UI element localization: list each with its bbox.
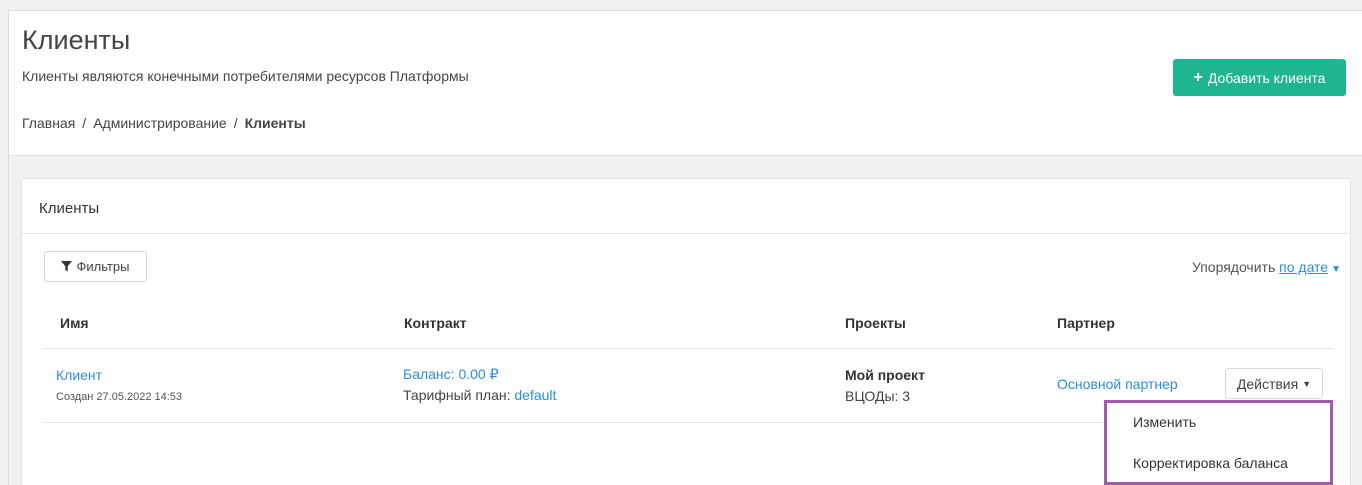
breadcrumb-home[interactable]: Главная	[22, 115, 75, 131]
table-header-divider	[44, 348, 1334, 349]
breadcrumb-separator: /	[233, 115, 238, 131]
actions-label: Действия	[1236, 375, 1299, 392]
sort-by-date-link[interactable]: по дате	[1279, 259, 1328, 275]
actions-button[interactable]: Действия ▼	[1225, 368, 1323, 399]
page-header: Клиенты Клиенты являются конечными потре…	[9, 11, 1362, 156]
sort-label: Упорядочить	[1191, 259, 1276, 275]
card-divider	[22, 233, 1350, 234]
column-header-partner: Партнер	[1057, 315, 1115, 331]
client-created: Создан 27.05.2022 14:53	[56, 391, 183, 403]
plus-icon: +	[1193, 68, 1203, 86]
breadcrumb-separator: /	[82, 115, 87, 131]
page-title: Клиенты	[22, 25, 131, 55]
vcpu-count: ВЦОДы: 3	[845, 388, 911, 404]
menu-item-balance-correction[interactable]: Корректировка баланса	[1133, 455, 1288, 471]
column-header-projects: Проекты	[845, 315, 906, 331]
balance-link[interactable]: Баланс: 0.00 ₽	[403, 366, 498, 383]
client-name-link[interactable]: Клиент	[56, 367, 102, 383]
card-title: Клиенты	[39, 200, 100, 217]
breadcrumb: Главная / Администрирование / Клиенты	[22, 115, 306, 131]
filter-icon	[61, 261, 73, 272]
chevron-down-icon[interactable]: ▼	[1331, 264, 1341, 275]
filters-label: Фильтры	[76, 259, 130, 274]
breadcrumb-administration[interactable]: Администрирование	[93, 115, 227, 131]
chevron-down-icon: ▼	[1302, 378, 1312, 389]
add-client-button[interactable]: + Добавить клиента	[1173, 59, 1346, 96]
page-subtitle: Клиенты являются конечными потребителями…	[22, 68, 469, 84]
tariff-plan-label: Тарифный план:	[403, 387, 511, 403]
tariff-plan: Тарифный план: default	[403, 387, 556, 403]
add-client-label: Добавить клиента	[1207, 69, 1326, 86]
partner-link[interactable]: Основной партнер	[1057, 376, 1178, 392]
column-header-name: Имя	[60, 315, 89, 331]
column-header-contract: Контракт	[404, 315, 467, 331]
filters-button[interactable]: Фильтры	[44, 251, 147, 282]
sort-control: Упорядочить по дате ▼	[1192, 259, 1341, 275]
project-name: Мой проект	[845, 367, 925, 383]
actions-dropdown-menu: Изменить Корректировка баланса	[1104, 400, 1333, 485]
tariff-plan-link[interactable]: default	[514, 387, 556, 403]
breadcrumb-current: Клиенты	[244, 115, 306, 131]
menu-item-edit[interactable]: Изменить	[1133, 414, 1196, 430]
